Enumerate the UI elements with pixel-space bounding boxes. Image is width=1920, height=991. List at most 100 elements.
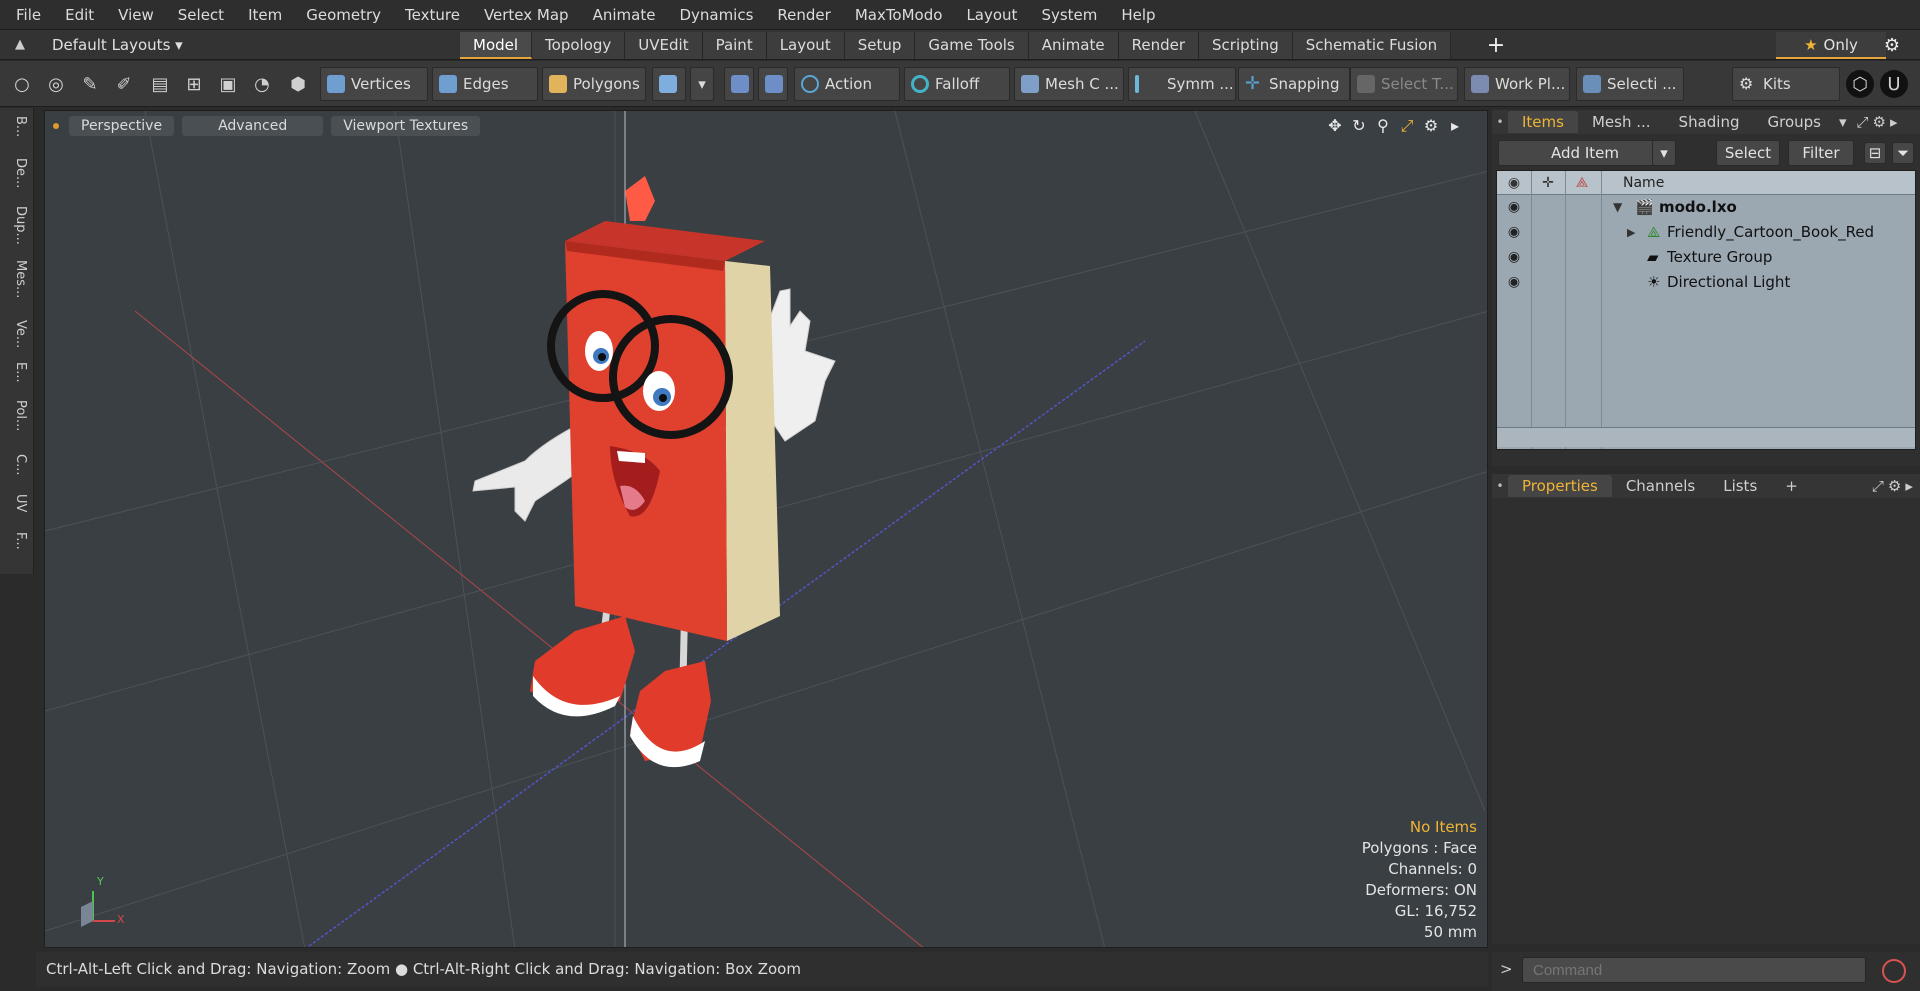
- select-through-button[interactable]: Select T...: [1350, 67, 1458, 101]
- snapping-button[interactable]: ✛ Snapping: [1238, 67, 1350, 101]
- filter-button[interactable]: Filter: [1788, 140, 1854, 166]
- rotate-view-icon[interactable]: ↻: [1347, 115, 1371, 137]
- tab-layout[interactable]: Layout: [766, 32, 845, 59]
- mesh-constraint-button[interactable]: Mesh C ...: [1014, 67, 1124, 101]
- material-mode-button[interactable]: [652, 67, 686, 101]
- pivot-shield-button[interactable]: [758, 67, 788, 101]
- gear-icon[interactable]: ⚙: [1880, 34, 1904, 58]
- unreal-icon[interactable]: U: [1880, 70, 1908, 98]
- selection-sets-button[interactable]: Selecti ...: [1576, 67, 1684, 101]
- brush-icon[interactable]: ✐: [110, 70, 138, 98]
- menu-help[interactable]: Help: [1109, 0, 1167, 30]
- frame-icon[interactable]: ▣: [214, 70, 242, 98]
- menu-item[interactable]: Item: [236, 0, 294, 30]
- locator-column-icon[interactable]: ⟁: [1565, 171, 1599, 195]
- tab-setup[interactable]: Setup: [844, 32, 916, 59]
- side-tab-duplicate[interactable]: Dup...: [6, 206, 28, 245]
- side-tab-uv[interactable]: UV: [6, 494, 28, 512]
- rotate-icon[interactable]: ◔: [248, 70, 276, 98]
- edges-button[interactable]: Edges: [432, 67, 538, 101]
- tab-schematic-fusion[interactable]: Schematic Fusion: [1292, 32, 1452, 59]
- move-icon[interactable]: ✥: [1323, 115, 1347, 137]
- only-button[interactable]: ★ Only: [1776, 32, 1886, 59]
- side-tab-deform[interactable]: De...: [6, 158, 28, 188]
- menu-geometry[interactable]: Geometry: [294, 0, 393, 30]
- tab-animate[interactable]: Animate: [1028, 32, 1119, 59]
- menu-maxtomodo[interactable]: MaxToModo: [843, 0, 955, 30]
- gear-icon[interactable]: ⚙: [1873, 113, 1886, 131]
- add-item-dropdown[interactable]: ▾: [1652, 140, 1676, 166]
- play-arrow-icon[interactable]: ▸: [1905, 477, 1913, 495]
- vertices-button[interactable]: Vertices: [320, 67, 428, 101]
- perspective-button[interactable]: Perspective: [69, 116, 175, 136]
- funnel-icon[interactable]: ⏷: [1892, 142, 1914, 164]
- play-arrow-icon[interactable]: ▸: [1890, 113, 1898, 131]
- gear-icon[interactable]: ⚙: [1419, 115, 1443, 137]
- add-tab-button[interactable]: +: [1771, 475, 1812, 497]
- tab-properties[interactable]: Properties: [1508, 475, 1612, 497]
- record-icon[interactable]: [1882, 959, 1906, 983]
- lock-column-icon[interactable]: ✛: [1531, 171, 1565, 195]
- circle-select-icon[interactable]: ○: [8, 70, 36, 98]
- eye-icon[interactable]: ◉: [1503, 270, 1525, 295]
- tab-channels[interactable]: Channels: [1612, 475, 1709, 497]
- collapse-up-icon[interactable]: ▲: [12, 37, 28, 53]
- layout-select[interactable]: Default Layouts ▾: [52, 30, 183, 60]
- advanced-button[interactable]: Advanced: [182, 116, 324, 136]
- eye-icon[interactable]: ◉: [1497, 171, 1531, 195]
- unity-icon[interactable]: ⬡: [1846, 70, 1874, 98]
- menu-system[interactable]: System: [1029, 0, 1109, 30]
- menu-dynamics[interactable]: Dynamics: [667, 0, 765, 30]
- menu-render[interactable]: Render: [765, 0, 842, 30]
- add-tab-button[interactable]: +: [1484, 32, 1508, 59]
- cartoon-book-model[interactable]: [472, 176, 836, 768]
- list-item[interactable]: ◉ ▶ ⟁ Friendly_Cartoon_Book_Red: [1497, 220, 1915, 245]
- expand-right-icon[interactable]: ▶: [1627, 220, 1635, 245]
- eye-icon[interactable]: ◉: [1503, 195, 1525, 220]
- tab-lists[interactable]: Lists: [1709, 475, 1771, 497]
- side-tab-polygon[interactable]: Pol...: [6, 400, 28, 431]
- tab-topology[interactable]: Topology: [532, 32, 626, 59]
- list-item[interactable]: ◉ ▰ Texture Group: [1497, 245, 1915, 270]
- tab-scripting[interactable]: Scripting: [1199, 32, 1293, 59]
- list-item[interactable]: ◉ ▼ 🎬 modo.lxo: [1497, 195, 1915, 220]
- side-tab-edge[interactable]: E...: [6, 362, 28, 383]
- mode-dropdown[interactable]: ▾: [690, 67, 714, 101]
- select-button[interactable]: Select: [1716, 140, 1780, 166]
- menu-select[interactable]: Select: [166, 0, 236, 30]
- action-button[interactable]: Action: [794, 67, 900, 101]
- symmetry-shield-button[interactable]: [724, 67, 754, 101]
- menu-animate[interactable]: Animate: [581, 0, 668, 30]
- falloff-button[interactable]: Falloff: [904, 67, 1010, 101]
- tab-shading[interactable]: Shading: [1665, 111, 1754, 133]
- polygons-button[interactable]: Polygons: [542, 67, 646, 101]
- work-plane-button[interactable]: Work Pl...: [1464, 67, 1570, 101]
- menu-vertex-map[interactable]: Vertex Map: [472, 0, 581, 30]
- side-tab-vertex[interactable]: Ve...: [6, 320, 28, 348]
- chevron-down-icon[interactable]: ▾: [1839, 113, 1847, 131]
- eye-icon[interactable]: ◉: [1503, 245, 1525, 270]
- tab-items[interactable]: Items: [1508, 111, 1578, 133]
- tab-groups[interactable]: Groups: [1753, 111, 1834, 133]
- menu-texture[interactable]: Texture: [393, 0, 472, 30]
- tab-game-tools[interactable]: Game Tools: [915, 32, 1029, 59]
- menu-edit[interactable]: Edit: [53, 0, 106, 30]
- collapse-all-icon[interactable]: ⊟: [1864, 142, 1886, 164]
- tab-uvedit[interactable]: UVEdit: [625, 32, 703, 59]
- side-tab-basic[interactable]: B...: [6, 116, 28, 137]
- grid-icon[interactable]: ⊞: [180, 70, 208, 98]
- maximize-icon[interactable]: ⤢: [1395, 115, 1419, 137]
- tab-render[interactable]: Render: [1118, 32, 1200, 59]
- menu-file[interactable]: File: [4, 0, 53, 30]
- name-column-header[interactable]: Name: [1623, 171, 1664, 195]
- kits-button[interactable]: ⚙ Kits: [1732, 67, 1840, 101]
- globe-icon[interactable]: ◎: [42, 70, 70, 98]
- tab-model[interactable]: Model: [460, 32, 533, 59]
- add-item-button[interactable]: Add Item: [1498, 140, 1672, 166]
- menu-layout[interactable]: Layout: [954, 0, 1029, 30]
- pen-icon[interactable]: ✎: [76, 70, 104, 98]
- gear-icon[interactable]: ⚙: [1888, 477, 1901, 495]
- side-tab-curve[interactable]: C...: [6, 454, 28, 475]
- side-tab-fusion[interactable]: F...: [6, 532, 28, 550]
- zoom-icon[interactable]: ⚲: [1371, 115, 1395, 137]
